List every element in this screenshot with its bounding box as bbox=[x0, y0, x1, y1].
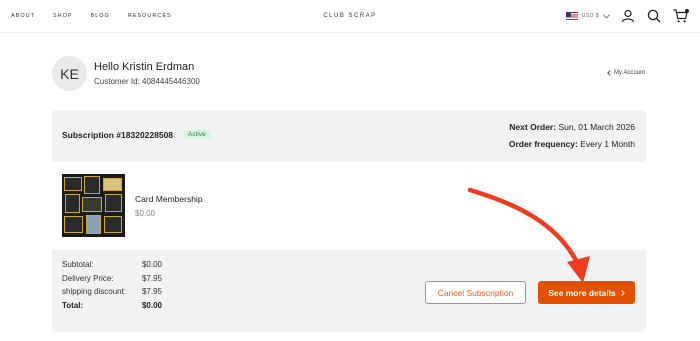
see-more-details-label: See more details bbox=[548, 287, 616, 298]
cart-badge-dot bbox=[685, 9, 689, 13]
main-nav: ABOUT SHOP BLOG RESOURCES bbox=[11, 13, 190, 19]
see-more-details-button[interactable]: See more details bbox=[538, 281, 635, 304]
delivery-price-value: $7.95 bbox=[141, 273, 162, 283]
chevron-down-icon bbox=[603, 13, 610, 19]
my-account-label: My Account bbox=[613, 70, 645, 76]
cart-icon[interactable] bbox=[672, 8, 689, 24]
avatar: KE bbox=[52, 56, 87, 91]
subtotal-row: Subtotal: $0.00 bbox=[62, 260, 162, 274]
customer-id: Customer Id: 4084445446300 bbox=[94, 77, 200, 86]
nav-shop[interactable]: SHOP bbox=[53, 13, 73, 19]
delivery-price-row: Delivery Price: $7.95 bbox=[62, 274, 162, 288]
nav-blog[interactable]: BLOG bbox=[91, 13, 110, 19]
search-icon[interactable] bbox=[646, 8, 662, 24]
order-frequency: Order frequency: Every 1 Month bbox=[509, 139, 635, 149]
my-account-link[interactable]: My Account bbox=[607, 70, 645, 76]
next-order-label: Next Order: bbox=[509, 122, 557, 132]
next-order-value: Sun, 01 March 2026 bbox=[558, 122, 635, 132]
account-icon[interactable] bbox=[620, 8, 636, 24]
cancel-subscription-button[interactable]: Cancel Subscription bbox=[425, 281, 526, 304]
subscription-header: Subscription #18320228508 Active Next Or… bbox=[52, 110, 646, 162]
total-value: $0.00 bbox=[141, 300, 162, 310]
status-badge: Active bbox=[183, 130, 211, 139]
currency-label: USD $ bbox=[581, 13, 599, 19]
top-navigation-bar: ABOUT SHOP BLOG RESOURCES CLUB SCRAP USD… bbox=[0, 0, 700, 33]
greeting: Hello Kristin Erdman bbox=[94, 61, 195, 73]
nav-about[interactable]: ABOUT bbox=[11, 13, 35, 19]
delivery-price-label: Delivery Price: bbox=[62, 273, 114, 283]
brand-name[interactable]: CLUB SCRAP bbox=[323, 13, 376, 19]
next-order: Next Order: Sun, 01 March 2026 bbox=[509, 122, 635, 132]
chevron-left-icon bbox=[607, 70, 611, 76]
shipping-discount-value: $7.95 bbox=[141, 287, 162, 296]
total-label: Total: bbox=[62, 300, 84, 310]
product-thumbnail bbox=[62, 174, 125, 237]
header-tools: USD $ bbox=[565, 8, 689, 24]
item-name[interactable]: Card Membership bbox=[135, 194, 203, 204]
chevron-right-icon bbox=[621, 289, 625, 296]
shipping-discount-row: shipping discount: $7.95 bbox=[62, 287, 162, 301]
order-frequency-value: Every 1 Month bbox=[580, 139, 635, 149]
subscription-item: Card Membership $0.00 bbox=[52, 162, 646, 250]
subtotal-value: $0.00 bbox=[141, 260, 162, 269]
nav-resources[interactable]: RESOURCES bbox=[128, 13, 172, 19]
shipping-discount-label: shipping discount: bbox=[62, 287, 127, 296]
order-frequency-label: Order frequency: bbox=[508, 139, 578, 149]
subscription-card: Subscription #18320228508 Active Next Or… bbox=[52, 110, 646, 332]
us-flag-icon bbox=[565, 12, 578, 20]
item-price: $0.00 bbox=[135, 209, 156, 218]
total-row: Total: $0.00 bbox=[62, 301, 162, 315]
subscription-title: Subscription #18320228508 bbox=[62, 130, 174, 140]
order-totals: Subtotal: $0.00 Delivery Price: $7.95 sh… bbox=[62, 260, 162, 314]
currency-selector[interactable]: USD $ bbox=[565, 12, 610, 20]
subtotal-label: Subtotal: bbox=[62, 260, 94, 269]
